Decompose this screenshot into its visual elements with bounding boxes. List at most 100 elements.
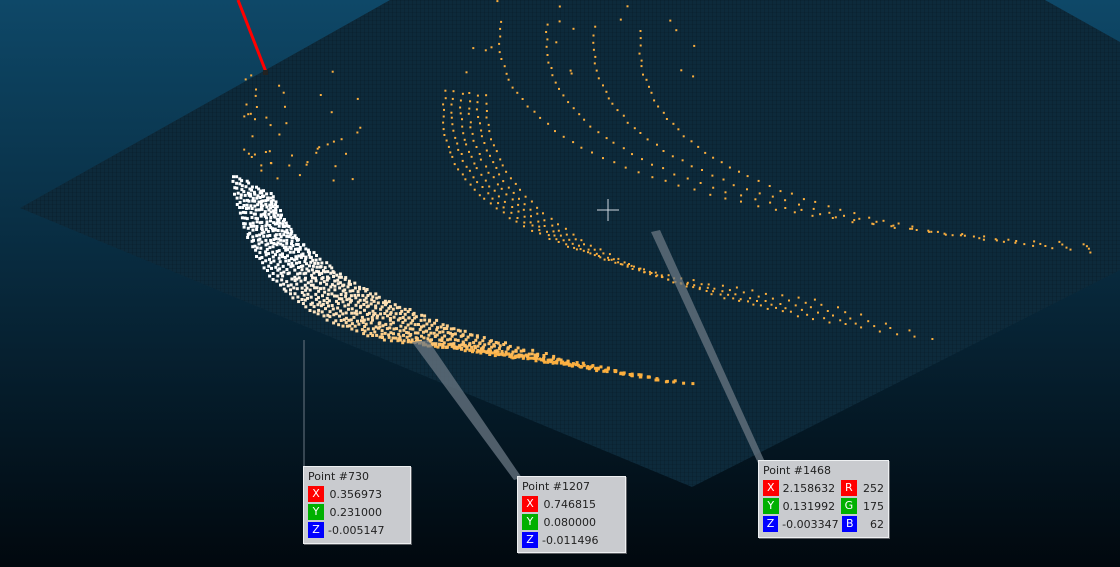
cloud-point	[451, 97, 454, 100]
cloud-point	[469, 126, 472, 129]
cloud-point	[249, 112, 252, 115]
cloud-point	[412, 311, 416, 315]
cloud-point	[617, 257, 620, 260]
cloud-point	[312, 271, 316, 275]
cloud-point	[339, 319, 343, 322]
cloud-point	[849, 317, 852, 320]
cloud-point	[530, 352, 534, 356]
cloud-point	[300, 286, 304, 290]
cloud-point	[781, 294, 784, 297]
cloud-point	[249, 211, 253, 215]
cloud-point	[475, 146, 478, 148]
cloud-point	[982, 238, 985, 241]
cloud-point	[656, 274, 659, 277]
cloud-point	[492, 176, 495, 179]
cloud-point	[242, 199, 246, 203]
cloud-point	[320, 310, 324, 314]
point-label-730[interactable]: Point #730 X 0.356973 Y 0.231000 Z -0.00…	[303, 466, 411, 544]
cloud-point	[507, 78, 510, 81]
cloud-point	[272, 259, 276, 263]
cloud-point	[300, 298, 304, 301]
cloud-point	[473, 346, 477, 350]
cloud-point	[784, 307, 787, 310]
point-label-1207[interactable]: Point #1207 X 0.746815 Y 0.080000 Z -0.0…	[517, 476, 626, 553]
cloud-point	[314, 292, 318, 296]
cloud-point	[371, 327, 375, 331]
cloud-point	[566, 359, 570, 363]
cloud-point	[639, 44, 642, 47]
cloud-point	[487, 192, 490, 195]
cloud-point	[1058, 240, 1061, 243]
cloud-point	[367, 311, 371, 315]
cloud-point	[245, 203, 249, 207]
cloud-point	[414, 315, 418, 319]
cloud-point	[380, 305, 384, 309]
cloud-point	[289, 292, 292, 296]
coord-row-y: Y 0.080000	[522, 513, 621, 531]
cloud-point	[738, 299, 741, 302]
cloud-point	[281, 274, 285, 278]
cloud-point	[363, 329, 367, 333]
cloud-point	[567, 245, 569, 248]
cloud-point	[487, 171, 490, 174]
cloud-point	[474, 338, 478, 342]
cloud-point	[247, 199, 251, 203]
cloud-point	[890, 225, 893, 228]
cloud-point	[582, 249, 585, 252]
cloud-point	[356, 319, 359, 323]
cloud-point	[1002, 240, 1005, 243]
cloud-point	[317, 308, 321, 312]
cloud-point	[504, 350, 508, 354]
cloud-point	[374, 325, 378, 329]
cloud-point	[1033, 240, 1036, 243]
cloud-point	[854, 322, 857, 325]
cloud-point	[331, 70, 334, 73]
cloud-point	[806, 313, 809, 316]
cloud-point	[651, 163, 653, 166]
cloud-point	[843, 214, 845, 217]
cloud-point	[550, 67, 553, 69]
cloud-point	[839, 208, 842, 211]
cloud-point	[461, 340, 465, 344]
cloud-point	[316, 261, 320, 265]
cloud-point	[252, 238, 255, 242]
cloud-point	[639, 37, 642, 40]
cloud-point	[284, 259, 288, 263]
color-value-b: 62	[870, 517, 884, 531]
cloud-point	[499, 35, 502, 38]
cloud-point	[379, 312, 382, 316]
cloud-point	[271, 272, 275, 275]
cloud-point	[802, 198, 805, 201]
cloud-point	[358, 285, 361, 289]
cloud-point	[235, 186, 239, 190]
cloud-point	[550, 217, 553, 220]
cloud-point	[587, 248, 590, 251]
cloud-point	[411, 319, 415, 323]
cloud-point	[442, 115, 445, 118]
cloud-point	[279, 235, 283, 239]
cloud-point	[271, 198, 275, 202]
cloud-point	[476, 94, 479, 97]
cloud-point	[667, 278, 670, 281]
axis-chip-y: Y	[308, 504, 324, 520]
cloud-point	[896, 333, 899, 336]
cloud-point	[420, 334, 423, 338]
cloud-point	[640, 65, 643, 68]
cloud-point	[344, 291, 348, 295]
cloud-point	[1015, 240, 1018, 242]
axis-chip-y: Y	[522, 514, 538, 530]
cloud-point	[732, 184, 735, 187]
cloud-point	[781, 310, 784, 313]
cloud-point	[295, 287, 299, 291]
3d-viewport[interactable]: Point #730 X 0.356973 Y 0.231000 Z -0.00…	[0, 0, 1120, 567]
cloud-point	[356, 290, 360, 294]
cloud-point	[692, 75, 695, 78]
cloud-point	[378, 325, 382, 329]
cloud-point	[258, 237, 262, 241]
cloud-point	[398, 316, 402, 320]
point-label-1468[interactable]: Point #1468 X 2.158632 R 252 Y 0.131992 …	[758, 460, 889, 538]
cloud-point	[485, 94, 488, 97]
cloud-point	[660, 276, 663, 278]
cloud-point	[800, 308, 803, 311]
cloud-point	[817, 311, 819, 314]
